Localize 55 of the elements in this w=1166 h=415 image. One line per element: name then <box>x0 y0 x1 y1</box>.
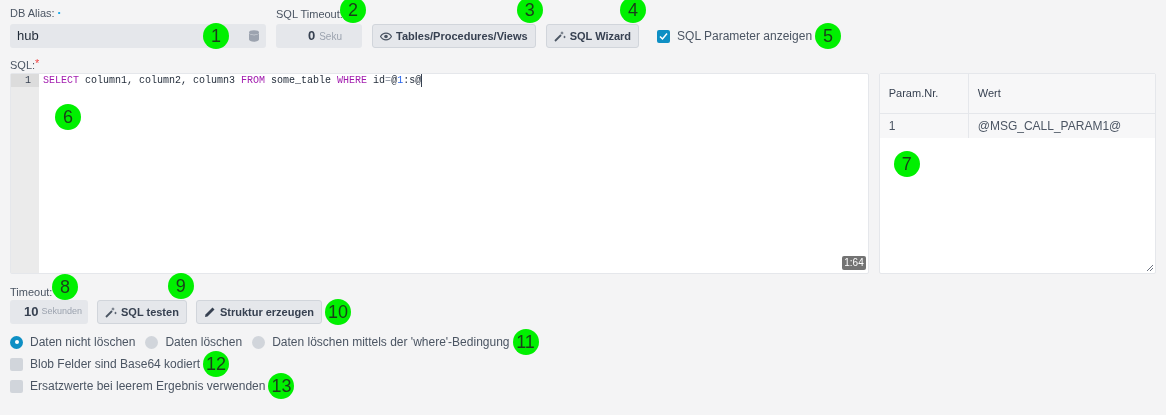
magic-wand-icon <box>105 306 117 318</box>
cursor-position: 1:64 <box>842 256 866 270</box>
column-header: Param.Nr. <box>879 74 969 113</box>
timeout-field[interactable]: 10 Sekunden <box>10 300 88 324</box>
checkbox[interactable] <box>10 357 23 371</box>
pencil-icon <box>203 306 216 318</box>
callout-number: 5 <box>815 23 842 49</box>
field-label: SQL: <box>10 57 36 73</box>
timeout-field[interactable]: 0 Seku <box>276 24 362 48</box>
code-editor[interactable]: 1 SELECT column1, column2, column3 FROM some_table WHERE id=@1:s@ 1:64 6 <box>10 73 869 274</box>
required-mark: • <box>57 7 61 19</box>
callout-number: 7 <box>893 151 920 177</box>
callout-number: 4 <box>620 0 647 23</box>
radio-label: Daten löschen mittels der 'where'-Bedingung <box>272 334 510 351</box>
callout-number: 6 <box>55 104 81 130</box>
toolbar-button[interactable]: SQL Wizard <box>545 24 640 48</box>
checkbox-label: Blob Felder sind Base64 kodiert <box>30 356 201 373</box>
toolbar-button[interactable]: Tables/Procedures/Views <box>372 24 536 48</box>
checkbox[interactable] <box>10 379 23 393</box>
code-line: SELECT column1, column2, column3 FROM some_table WHERE id=@1:s@ <box>39 74 423 87</box>
callout-number: 3 <box>516 0 543 23</box>
radio-label: Daten nicht löschen <box>30 334 136 351</box>
required-mark: * <box>35 55 40 69</box>
resize-handle-icon[interactable] <box>1147 265 1153 271</box>
unit-label: Sekunden <box>41 305 82 319</box>
callout-number: 8 <box>52 274 78 300</box>
radio-button[interactable] <box>10 335 23 349</box>
field-label: SQL Timeout: <box>276 7 343 20</box>
callout-number: 10 <box>325 299 351 325</box>
checkbox-label: SQL Parameter anzeigen <box>677 28 813 45</box>
table-cell-text: @MSG_CALL_PARAM1@ <box>976 118 1123 135</box>
callout-number: 11 <box>512 329 539 355</box>
field-label: DB Alias: <box>10 5 55 21</box>
field-value: hub <box>17 27 39 46</box>
table-cell: 1 <box>879 114 969 138</box>
field-label: Timeout: <box>10 285 53 298</box>
radio-button[interactable] <box>145 335 159 349</box>
field-value: 0 <box>307 27 316 46</box>
callout-number: 9 <box>167 273 194 299</box>
field-value: 10 <box>24 303 39 322</box>
callout-number: 12 <box>203 351 230 377</box>
line-number: 1 <box>11 74 39 87</box>
database-icon <box>249 30 259 42</box>
unit-label: Seku <box>319 29 342 44</box>
action-button[interactable]: Struktur erzeugen <box>195 300 322 324</box>
eye-icon <box>380 31 392 41</box>
radio-button[interactable] <box>252 335 266 349</box>
callout-number: 13 <box>268 373 295 399</box>
checkbox-label: Ersatzwerte bei leerem Ergebnis verwenden <box>30 378 266 395</box>
action-button[interactable]: SQL testen <box>97 300 187 324</box>
radio-label: Daten löschen <box>165 334 243 351</box>
magic-wand-icon <box>553 30 566 42</box>
column-header: Wert <box>976 86 1002 102</box>
checkbox[interactable] <box>657 29 671 43</box>
callout-number: 2 <box>340 0 366 23</box>
